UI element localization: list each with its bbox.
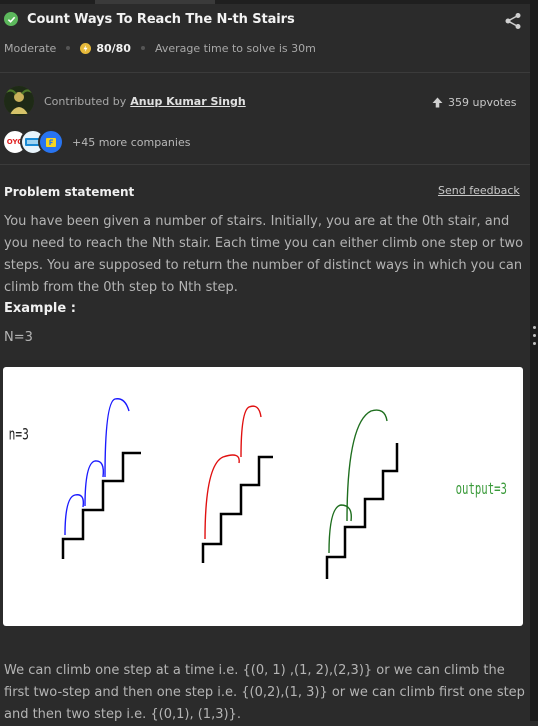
check-circle-icon: [4, 12, 18, 26]
author-link[interactable]: Anup Kumar Singh: [130, 95, 245, 108]
staircase-3: [325, 443, 399, 579]
problem-statement-heading: Problem statement: [4, 185, 135, 199]
avatar[interactable]: [4, 86, 34, 116]
difficulty-label: Moderate: [4, 41, 57, 55]
separator-dot: [66, 46, 71, 50]
drag-handle-icon[interactable]: [533, 326, 537, 350]
output-label: output=3: [456, 481, 507, 499]
share-icon[interactable]: [504, 12, 522, 34]
stairs-figure: n=3 output=3: [3, 367, 523, 626]
staircase-1: [61, 451, 141, 559]
path-green-2: [346, 409, 388, 522]
coin-icon: [80, 42, 92, 54]
meta-row: Moderate 80/80 Average time to solve is …: [4, 40, 316, 56]
more-companies-link[interactable]: +45 more companies: [72, 136, 190, 149]
send-feedback-link[interactable]: Send feedback: [438, 184, 520, 197]
separator-dot: [140, 46, 145, 50]
score-value: 80/80: [96, 41, 131, 55]
flipkart-logo-icon: [38, 129, 64, 155]
resize-bar[interactable]: [530, 0, 538, 721]
staircase-2: [201, 455, 273, 563]
path-blue-2: [84, 460, 105, 507]
contributor-row: Contributed by Anup Kumar Singh: [4, 86, 246, 116]
divider: [0, 164, 530, 165]
problem-description: You have been given a number of stairs. …: [4, 214, 524, 295]
problem-panel: Count Ways To Reach The N-th Stairs Mode…: [0, 4, 530, 722]
contributed-by-label: Contributed by: [44, 94, 127, 108]
company-logos[interactable]: OYO +45 more companies: [2, 129, 190, 155]
path-red-2: [240, 405, 262, 458]
n-label: n=3: [9, 426, 29, 445]
divider: [0, 72, 530, 73]
example-label: Example :: [4, 301, 76, 316]
avg-time: Average time to solve is 30m: [154, 41, 316, 55]
page-title: Count Ways To Reach The N-th Stairs: [27, 11, 295, 27]
upvote-count: 359 upvotes: [448, 95, 517, 109]
path-blue-3: [104, 398, 130, 478]
arrow-up-icon: [432, 97, 443, 107]
example-input: N=3: [4, 330, 33, 345]
title-row: Count Ways To Reach The N-th Stairs: [4, 8, 295, 30]
path-blue-1: [64, 494, 85, 536]
example-explanation: We can climb one step at a time i.e. {(0…: [4, 663, 525, 722]
upvote-button[interactable]: 359 upvotes: [432, 94, 517, 110]
path-green-1: [328, 504, 352, 554]
